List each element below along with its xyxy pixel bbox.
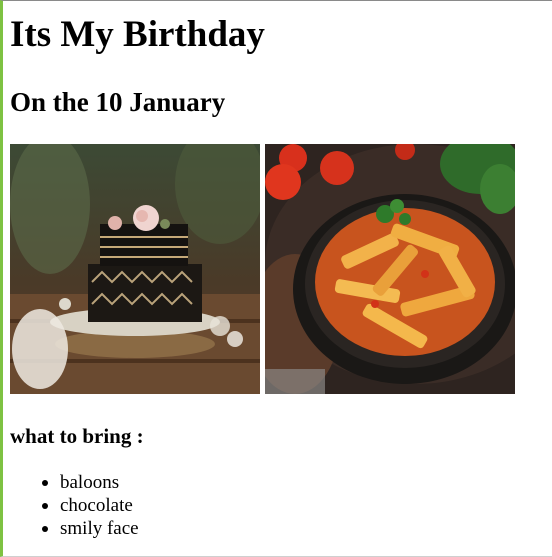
list-item: baloons — [42, 471, 139, 494]
bring-list: baloons chocolate smily face — [42, 471, 139, 540]
list-item: chocolate — [42, 494, 139, 517]
page-title: Its My Birthday — [10, 14, 265, 55]
bring-heading: what to bring : — [10, 424, 144, 448]
list-item: smily face — [42, 518, 139, 539]
pasta-image — [265, 144, 515, 394]
cake-image — [10, 144, 260, 394]
date-heading: On the 10 January — [10, 87, 226, 117]
